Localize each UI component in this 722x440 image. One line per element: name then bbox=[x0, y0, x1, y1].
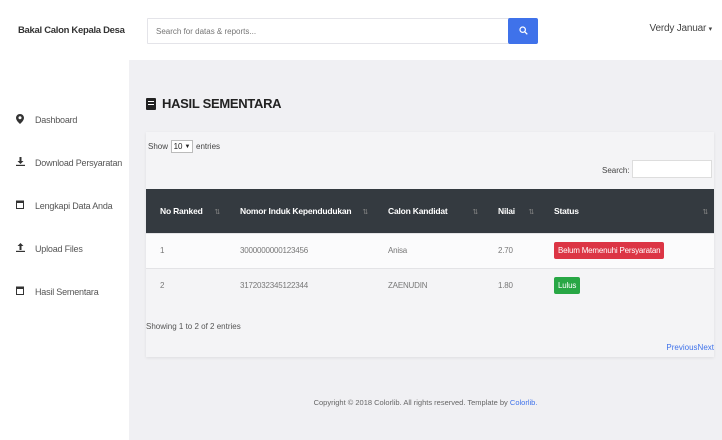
sidebar-item-label: Hasil Sementara bbox=[35, 286, 99, 297]
column-header-label: No Ranked bbox=[160, 205, 203, 216]
sidebar-nav: Dashboard Download Persyaratan Lengkapi … bbox=[0, 60, 129, 313]
sidebar-item-dashboard[interactable]: Dashboard bbox=[0, 98, 129, 141]
column-header-nik[interactable]: Nomor Induk Kependudukan ⇅ bbox=[226, 189, 374, 233]
column-header-label: Calon Kandidat bbox=[388, 205, 448, 216]
entries-select[interactable]: 10 ▼ bbox=[171, 140, 194, 153]
sort-icon: ⇅ bbox=[472, 209, 478, 216]
search-icon bbox=[518, 25, 528, 37]
table-search-label: Search: bbox=[602, 166, 630, 175]
sidebar-item-label: Dashboard bbox=[35, 114, 78, 125]
column-header-label: Status bbox=[554, 205, 579, 216]
cell-rank: 1 bbox=[146, 232, 226, 268]
page-title: HASIL SEMENTARA bbox=[146, 96, 282, 111]
chevron-down-icon: ▾ bbox=[708, 26, 713, 33]
calendar-icon bbox=[15, 286, 25, 297]
cell-status: Belum Memenuhi Persyaratan bbox=[540, 232, 714, 268]
cell-candidate: ZAENUDIN bbox=[374, 267, 484, 303]
sidebar-item-label: Upload Files bbox=[35, 243, 83, 254]
table-row: 2 3172032345122344 ZAENUDIN 1.80 Lulus bbox=[146, 267, 714, 303]
column-header-rank[interactable]: No Ranked ⇅ bbox=[146, 189, 226, 233]
table-row: 1 3000000000123456 Anisa 2.70 Belum Meme… bbox=[146, 232, 714, 268]
column-header-label: Nilai bbox=[498, 205, 515, 216]
download-icon bbox=[15, 157, 25, 168]
show-label: Show bbox=[148, 142, 169, 151]
main-content: HASIL SEMENTARA Show 10 ▼ entries Search… bbox=[129, 60, 722, 440]
page-footer: Copyright © 2018 Colorlib. All rights re… bbox=[129, 398, 722, 407]
page-title-text: HASIL SEMENTARA bbox=[162, 96, 282, 111]
brand-title[interactable]: Bakal Calon Kepala Desa bbox=[0, 0, 129, 60]
cell-status: Lulus bbox=[540, 267, 714, 303]
next-link[interactable]: Next bbox=[698, 343, 714, 352]
upload-icon bbox=[15, 243, 25, 254]
footer-link[interactable]: Colorlib. bbox=[510, 398, 538, 407]
sidebar-item-label: Download Persyaratan bbox=[35, 157, 123, 168]
sidebar-item-lengkapi-data[interactable]: Lengkapi Data Anda bbox=[0, 184, 129, 227]
column-header-status[interactable]: Status ⇅ bbox=[540, 189, 714, 233]
user-name: Verdy Januar bbox=[649, 23, 707, 34]
cell-score: 1.80 bbox=[484, 267, 540, 303]
user-menu[interactable]: Verdy Januar ▾ bbox=[649, 23, 713, 34]
topbar: Verdy Januar ▾ bbox=[129, 0, 722, 60]
sidebar-item-download[interactable]: Download Persyaratan bbox=[0, 141, 129, 184]
table-info: Showing 1 to 2 of 2 entries bbox=[146, 322, 241, 331]
column-header-label: Nomor Induk Kependudukan bbox=[240, 205, 352, 216]
calendar-icon bbox=[15, 200, 25, 211]
sidebar-item-upload[interactable]: Upload Files bbox=[0, 227, 129, 270]
cell-rank: 2 bbox=[146, 267, 226, 303]
sort-icon: ⇅ bbox=[528, 209, 534, 216]
cell-score: 2.70 bbox=[484, 232, 540, 268]
search-button[interactable] bbox=[508, 18, 538, 44]
cell-nik: 3000000000123456 bbox=[226, 232, 374, 268]
document-icon bbox=[146, 97, 156, 110]
search-box bbox=[147, 18, 538, 44]
pagination: PreviousNext bbox=[666, 343, 714, 352]
cell-nik: 3172032345122344 bbox=[226, 267, 374, 303]
table-search-input[interactable] bbox=[632, 160, 712, 178]
column-header-score[interactable]: Nilai ⇅ bbox=[484, 189, 540, 233]
map-marker-icon bbox=[15, 113, 25, 126]
search-input[interactable] bbox=[148, 26, 508, 36]
sidebar-item-label: Lengkapi Data Anda bbox=[35, 200, 113, 211]
status-badge: Belum Memenuhi Persyaratan bbox=[554, 242, 665, 259]
footer-text: Copyright © 2018 Colorlib. All rights re… bbox=[313, 398, 510, 407]
column-header-candidate[interactable]: Calon Kandidat ⇅ bbox=[374, 189, 484, 233]
results-table: No Ranked ⇅ Nomor Induk Kependudukan ⇅ Cal… bbox=[146, 189, 714, 303]
sidebar: Bakal Calon Kepala Desa Dashboard Downlo… bbox=[0, 0, 129, 440]
table-header-row: No Ranked ⇅ Nomor Induk Kependudukan ⇅ Cal… bbox=[146, 189, 714, 233]
cell-candidate: Anisa bbox=[374, 232, 484, 268]
sidebar-item-hasil-sementara[interactable]: Hasil Sementara bbox=[0, 270, 129, 313]
chevron-down-icon: ▼ bbox=[184, 143, 191, 150]
sort-icon: ⇅ bbox=[362, 209, 368, 216]
entries-label: entries bbox=[196, 142, 221, 151]
entries-select-value: 10 bbox=[173, 142, 183, 151]
show-entries-control: Show 10 ▼ entries bbox=[148, 140, 220, 153]
sort-icon: ⇅ bbox=[214, 209, 220, 216]
status-badge: Lulus bbox=[554, 277, 581, 295]
sort-icon: ⇅ bbox=[702, 209, 708, 216]
previous-link[interactable]: Previous bbox=[666, 343, 697, 352]
